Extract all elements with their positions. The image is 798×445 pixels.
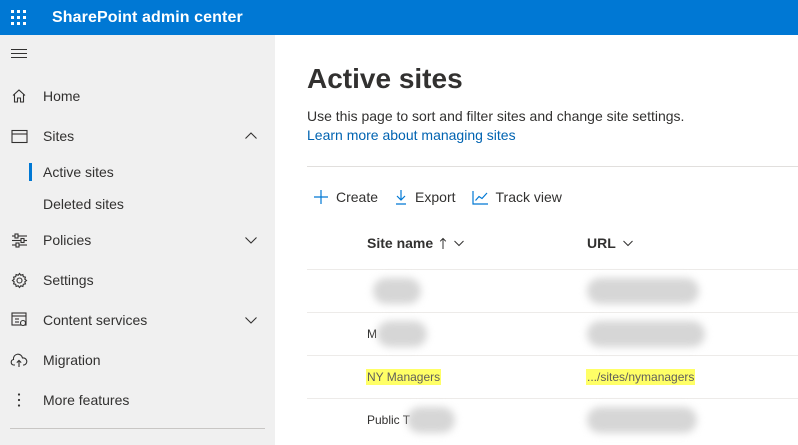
sidebar-item-settings[interactable]: Settings (0, 264, 275, 296)
sidebar-item-label: Active sites (43, 164, 114, 180)
sidebar-item-label: Migration (43, 352, 101, 368)
sidebar-item-home[interactable]: Home (0, 80, 275, 112)
sidebar-item-more-features[interactable]: More features (0, 384, 275, 416)
column-header-label: URL (587, 235, 616, 251)
sidebar: Home Sites Active sites Deleted sites Po… (0, 35, 275, 445)
chevron-up-icon[interactable] (244, 129, 258, 143)
redacted-url (587, 407, 697, 433)
row-divider (307, 355, 798, 356)
main-content: Active sites Use this page to sort and f… (275, 35, 798, 445)
sidebar-item-label: Home (43, 88, 81, 104)
app-launcher-icon[interactable] (0, 0, 37, 35)
create-button[interactable]: Create (313, 189, 378, 205)
plus-icon (314, 190, 328, 204)
active-indicator (29, 163, 32, 181)
redacted-site-name (407, 407, 455, 433)
more-icon (10, 391, 28, 409)
export-label: Export (415, 189, 456, 205)
chevron-down-icon (454, 240, 464, 247)
settings-icon (10, 271, 28, 289)
hamburger-menu-icon[interactable] (11, 49, 27, 61)
divider (307, 166, 798, 167)
sites-icon (10, 127, 28, 145)
page-description: Use this page to sort and filter sites a… (307, 108, 685, 124)
app-title[interactable]: SharePoint admin center (52, 9, 243, 27)
command-bar: Create Export Track view (313, 175, 578, 219)
sidebar-item-deleted-sites[interactable]: Deleted sites (0, 190, 275, 218)
sidebar-item-label: Policies (43, 232, 92, 248)
sidebar-item-label: More features (43, 392, 130, 408)
chart-icon (471, 190, 488, 205)
sidebar-item-policies[interactable]: Policies (0, 224, 275, 256)
url-cell[interactable]: .../sites/nymanagers (586, 369, 696, 385)
sidebar-item-content-services[interactable]: Content services (0, 304, 275, 336)
site-name-cell[interactable]: M (367, 327, 377, 341)
chevron-down-icon[interactable] (244, 313, 258, 327)
column-header-label: Site name (367, 235, 434, 251)
page-title: Active sites (307, 63, 463, 94)
redacted-url (587, 321, 705, 347)
chevron-down-icon[interactable] (244, 233, 258, 247)
content-services-icon (10, 311, 28, 329)
migration-icon (10, 351, 28, 369)
redacted-site-name (373, 278, 421, 304)
track-view-label: Track view (495, 189, 562, 205)
sidebar-item-label: Settings (43, 272, 94, 288)
sidebar-item-label: Content services (43, 312, 148, 328)
sidebar-item-label: Deleted sites (43, 196, 124, 212)
sidebar-divider (10, 428, 265, 429)
row-divider (307, 398, 798, 399)
sidebar-item-migration[interactable]: Migration (0, 344, 275, 376)
row-divider (307, 312, 798, 313)
export-button[interactable]: Export (394, 189, 456, 205)
sidebar-item-label: Sites (43, 128, 75, 144)
policies-icon (10, 231, 28, 249)
sidebar-item-sites[interactable]: Sites (0, 120, 275, 152)
site-name-cell[interactable]: Public T (367, 413, 410, 427)
learn-more-link[interactable]: Learn more about managing sites (307, 127, 516, 143)
column-header-url[interactable]: URL (587, 235, 634, 251)
track-view-button[interactable]: Track view (471, 189, 562, 205)
top-bar: SharePoint admin center (0, 0, 798, 35)
sidebar-item-active-sites[interactable]: Active sites (0, 158, 275, 186)
row-divider (307, 269, 798, 270)
redacted-site-name (377, 321, 427, 347)
download-icon (396, 190, 407, 205)
create-label: Create (336, 189, 379, 205)
home-icon (10, 87, 28, 105)
sort-ascending-icon (439, 237, 447, 249)
site-name-cell[interactable]: NY Managers (366, 369, 442, 385)
column-header-site-name[interactable]: Site name (367, 235, 465, 251)
redacted-url (587, 278, 699, 304)
chevron-down-icon (622, 240, 633, 247)
